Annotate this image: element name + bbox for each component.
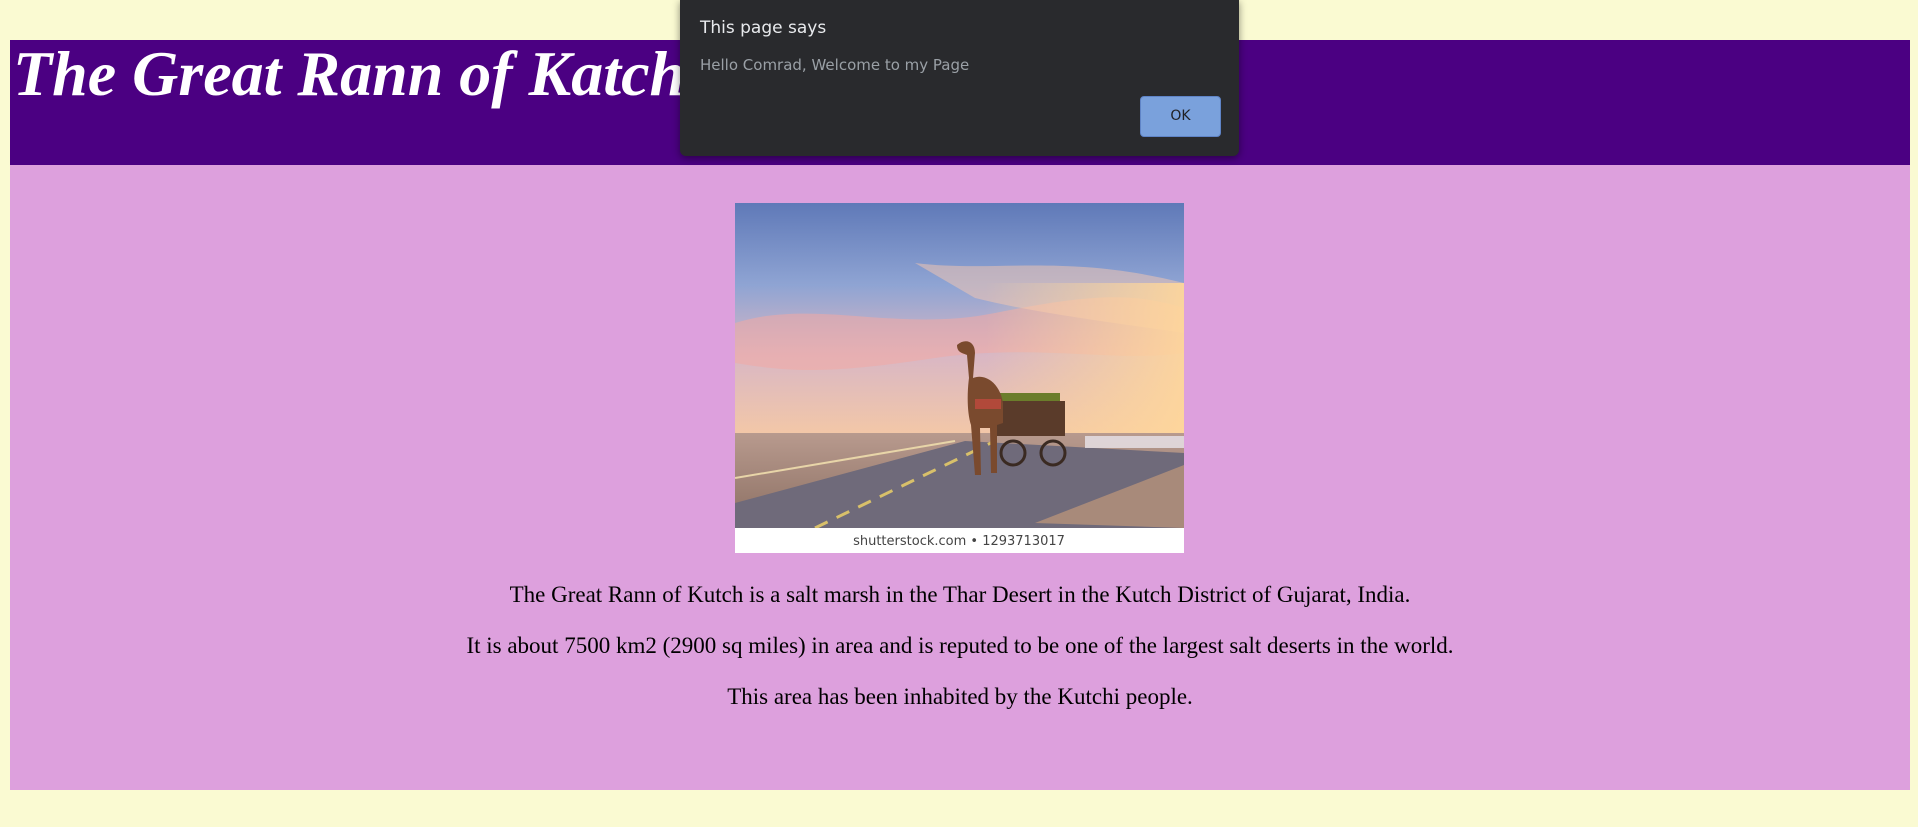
- desert-camel-photo: shutterstock.com • 1293713017: [735, 203, 1184, 553]
- ok-button[interactable]: OK: [1140, 96, 1221, 137]
- page: The Great Rann of Katch shutterstock.com…: [0, 0, 1918, 827]
- people-paragraph: This area has been inhabited by the Kutc…: [727, 684, 1193, 709]
- alert-dialog: This page says Hello Comrad, Welcome to …: [680, 0, 1239, 156]
- alert-message: Hello Comrad, Welcome to my Page: [700, 56, 970, 74]
- alert-title: This page says: [700, 18, 827, 38]
- main-content: shutterstock.com • 1293713017 The Great …: [10, 165, 1910, 790]
- page-title: The Great Rann of Katch: [13, 38, 686, 109]
- photo-watermark: shutterstock.com • 1293713017: [853, 534, 1065, 549]
- area-paragraph: It is about 7500 km2 (2900 sq miles) in …: [466, 633, 1454, 658]
- intro-paragraph: The Great Rann of Kutch is a salt marsh …: [509, 582, 1411, 607]
